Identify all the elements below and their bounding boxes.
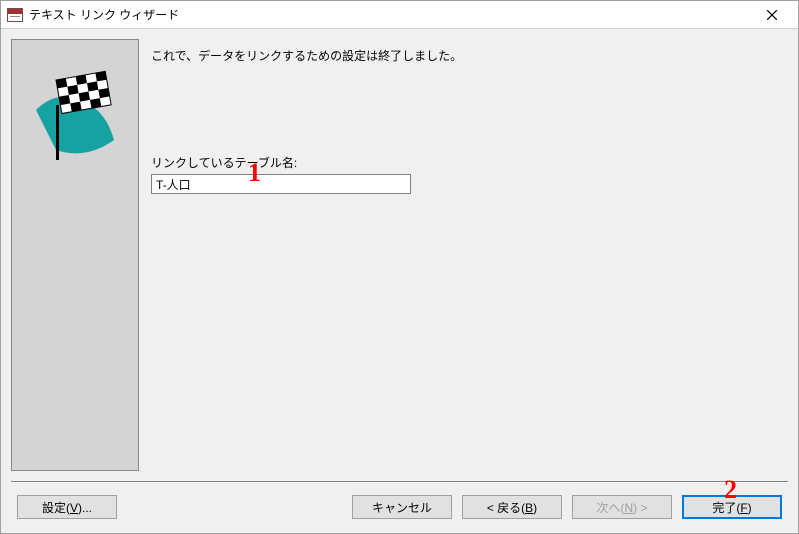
settings-button[interactable]: 設定(V)... — [17, 495, 117, 519]
main-area: これで、データをリンクするための設定は終了しました。 リンクしているテーブル名: — [11, 39, 788, 475]
back-button[interactable]: < 戻る(B) — [462, 495, 562, 519]
back-accel: B — [525, 501, 533, 515]
next-button: 次へ(N) > — [572, 495, 672, 519]
window-title: テキスト リンク ウィザード — [29, 6, 752, 23]
wizard-page: これで、データをリンクするための設定は終了しました。 リンクしているテーブル名: — [151, 39, 788, 475]
finish-accel: F — [740, 501, 747, 515]
close-icon — [767, 10, 777, 20]
cancel-button[interactable]: キャンセル — [352, 495, 452, 519]
titlebar: テキスト リンク ウィザード — [1, 1, 798, 29]
finish-button[interactable]: 完了(F) — [682, 495, 782, 519]
button-row: 設定(V)... キャンセル < 戻る(B) 次へ(N) > 完了(F) — [11, 495, 788, 523]
finish-flag-image — [26, 70, 124, 168]
content-area: これで、データをリンクするための設定は終了しました。 リンクしているテーブル名:… — [1, 29, 798, 533]
table-name-label: リンクしているテーブル名: — [151, 154, 788, 171]
wizard-dialog: テキスト リンク ウィザード — [0, 0, 799, 534]
close-button[interactable] — [752, 4, 792, 26]
app-icon — [7, 8, 23, 22]
wizard-sidebar — [11, 39, 139, 471]
next-accel: N — [624, 501, 633, 515]
divider — [11, 481, 788, 483]
intro-text: これで、データをリンクするための設定は終了しました。 — [151, 47, 788, 64]
settings-accel: V — [70, 501, 78, 515]
table-name-input[interactable] — [151, 174, 411, 194]
